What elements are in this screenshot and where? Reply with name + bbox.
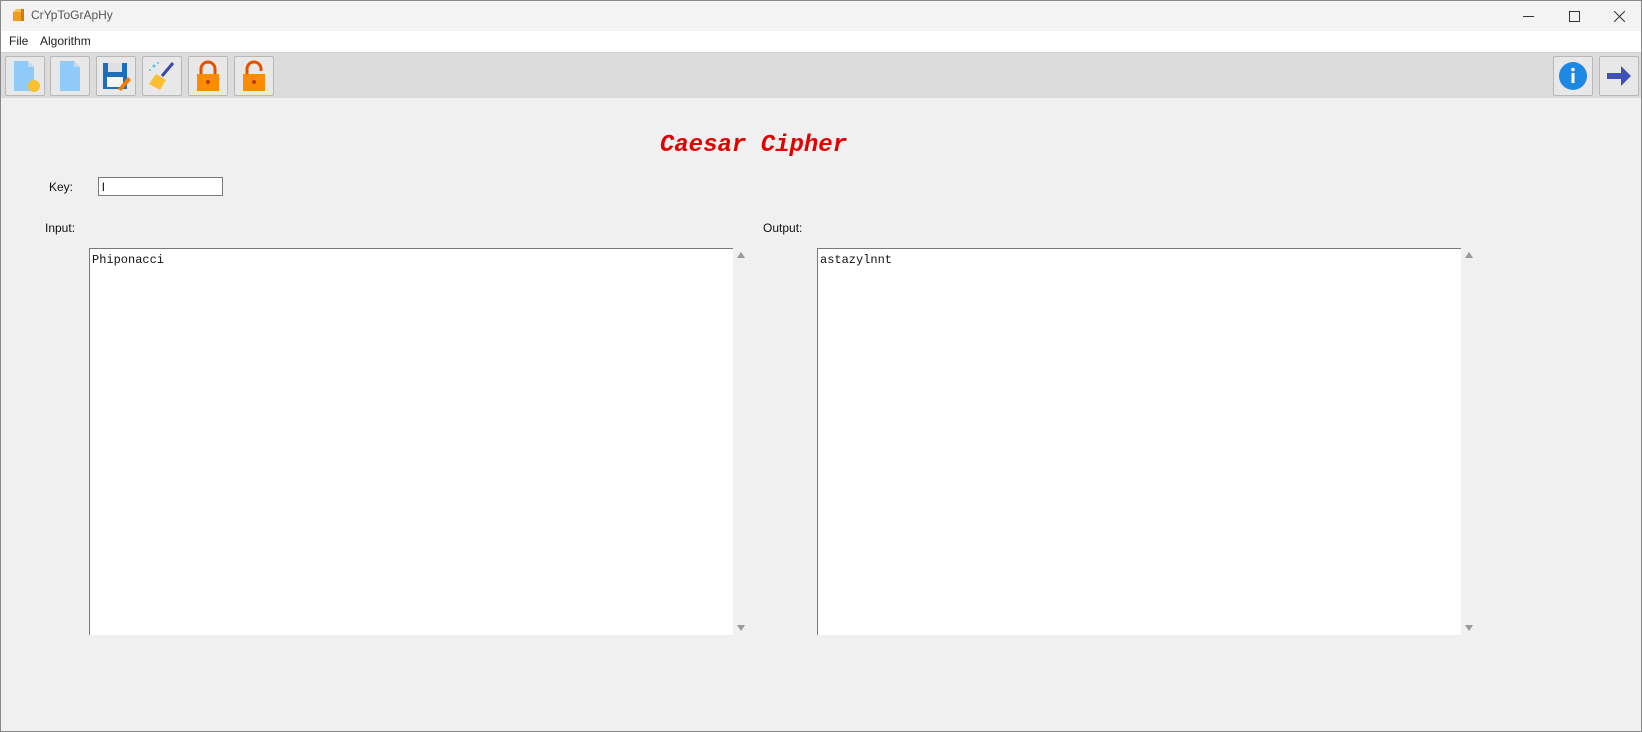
output-textarea[interactable]: astazylnnt bbox=[817, 248, 1461, 635]
save-icon bbox=[103, 63, 131, 91]
input-textarea[interactable]: Phiponacci bbox=[89, 248, 733, 635]
open-file-icon bbox=[60, 61, 80, 91]
scroll-up-icon[interactable] bbox=[737, 251, 745, 259]
next-button[interactable] bbox=[1599, 56, 1639, 96]
maximize-icon bbox=[1568, 10, 1580, 22]
clear-button[interactable] bbox=[142, 56, 182, 96]
menu-algorithm[interactable]: Algorithm bbox=[40, 34, 91, 48]
output-label: Output: bbox=[763, 221, 803, 235]
key-input[interactable] bbox=[98, 177, 223, 196]
scroll-down-icon[interactable] bbox=[1465, 624, 1473, 632]
close-button[interactable] bbox=[1596, 1, 1642, 31]
app-icon bbox=[13, 9, 24, 21]
close-icon bbox=[1613, 10, 1625, 22]
encrypt-lock-icon bbox=[197, 60, 219, 91]
input-scrollbar[interactable] bbox=[733, 248, 749, 635]
info-icon bbox=[1559, 62, 1587, 90]
decrypt-button[interactable] bbox=[234, 56, 274, 96]
input-label: Input: bbox=[45, 221, 76, 235]
decrypt-unlock-icon bbox=[243, 60, 265, 91]
next-arrow-icon bbox=[1607, 66, 1631, 86]
minimize-icon bbox=[1522, 15, 1534, 17]
scroll-up-icon[interactable] bbox=[1465, 251, 1473, 259]
page-title: Caesar Cipher bbox=[659, 132, 848, 159]
output-scrollbar[interactable] bbox=[1461, 248, 1477, 635]
app-window: CrYpToGrApHy File Algorithm Caesar Ciphe… bbox=[0, 0, 1642, 732]
title-bar: CrYpToGrApHy bbox=[1, 1, 1641, 31]
open-file-button[interactable] bbox=[50, 56, 90, 96]
output-area: astazylnnt bbox=[817, 248, 1477, 635]
scroll-down-icon[interactable] bbox=[737, 624, 745, 632]
new-file-icon bbox=[14, 61, 40, 92]
key-label: Key: bbox=[49, 180, 74, 194]
toolbar bbox=[1, 52, 1641, 98]
new-file-button[interactable] bbox=[5, 56, 45, 96]
menu-file[interactable]: File bbox=[9, 34, 28, 48]
save-button[interactable] bbox=[96, 56, 136, 96]
minimize-button[interactable] bbox=[1505, 1, 1551, 31]
encrypt-button[interactable] bbox=[188, 56, 228, 96]
maximize-button[interactable] bbox=[1551, 1, 1597, 31]
info-button[interactable] bbox=[1553, 56, 1593, 96]
window-title: CrYpToGrApHy bbox=[31, 8, 113, 22]
menu-bar: File Algorithm bbox=[1, 31, 1641, 52]
clear-icon bbox=[149, 62, 175, 90]
input-area: Phiponacci bbox=[89, 248, 749, 635]
